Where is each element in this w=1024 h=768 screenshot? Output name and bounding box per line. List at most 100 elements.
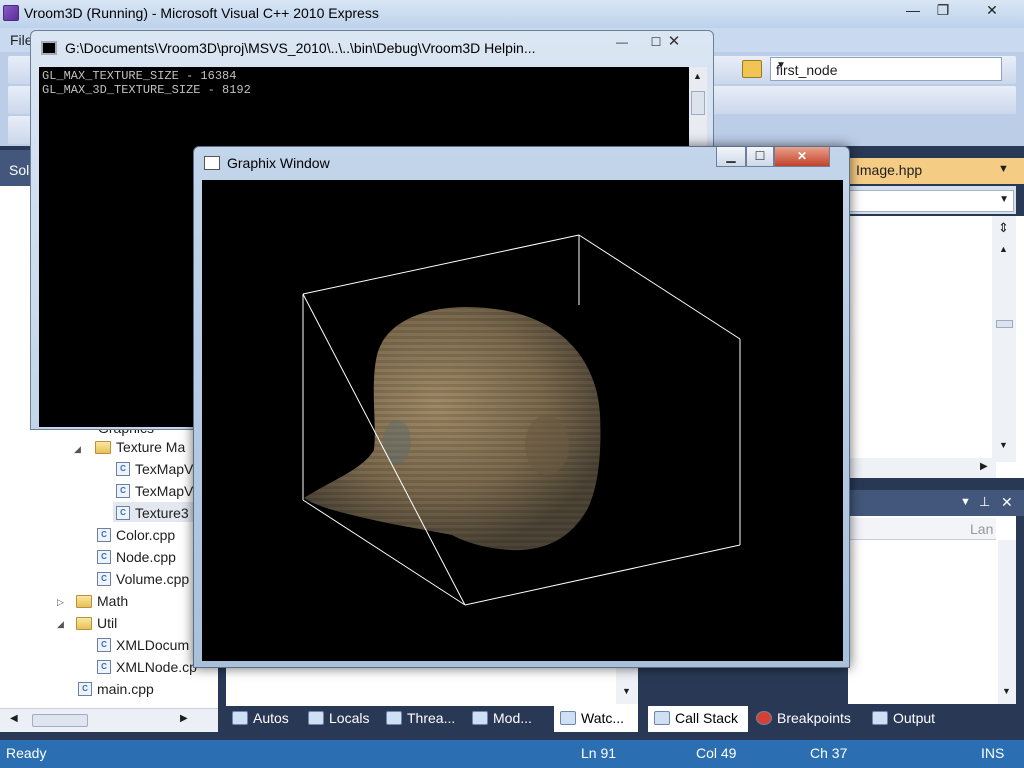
member-dropdown[interactable]: ▼ xyxy=(848,190,1014,212)
scroll-thumb[interactable] xyxy=(996,320,1013,328)
autos-icon xyxy=(232,711,248,725)
tree-item-xmldocument[interactable]: XMLDocum xyxy=(116,637,189,653)
tree-item-math[interactable]: Math xyxy=(97,593,128,609)
graphix-title: Graphix Window xyxy=(227,155,330,171)
vs-minimize-button[interactable]: — xyxy=(898,0,928,20)
pin-icon[interactable]: ⊥ xyxy=(979,494,990,510)
column-language[interactable]: Lan xyxy=(970,521,993,537)
solution-horizontal-scrollbar[interactable]: ◀ ▶ xyxy=(0,708,218,732)
tab-breakpoints[interactable]: Breakpoints xyxy=(756,706,851,732)
tab-autos[interactable]: Autos xyxy=(232,706,289,732)
threads-icon xyxy=(386,711,402,725)
vs-title-bar: Vroom3D (Running) - Microsoft Visual C++… xyxy=(0,0,1024,28)
scroll-thumb[interactable] xyxy=(32,714,88,727)
tab-modules[interactable]: Mod... xyxy=(472,706,532,732)
vs-close-button[interactable]: ✕ xyxy=(974,0,1010,20)
scroll-up-icon[interactable]: ▲ xyxy=(693,71,702,81)
vs-title-text: Vroom3D (Running) - Microsoft Visual C++… xyxy=(24,5,379,21)
tab-watch[interactable]: Watc... xyxy=(554,706,638,732)
tab-locals[interactable]: Locals xyxy=(308,706,369,732)
tab-call-stack-label: Call Stack xyxy=(675,710,739,726)
status-column: Col 49 xyxy=(696,745,737,761)
tab-image-hpp[interactable]: Image.hpp ▼ xyxy=(848,158,1024,184)
tab-output-label: Output xyxy=(893,710,936,726)
console-icon xyxy=(41,41,57,55)
output-icon xyxy=(872,711,888,725)
graphix-minimize-button[interactable]: ▁ xyxy=(716,147,746,167)
chevron-down-icon[interactable]: ▼ xyxy=(999,194,1009,205)
graphix-close-button[interactable]: ✕ xyxy=(774,147,830,167)
scroll-up-icon[interactable]: ▲ xyxy=(999,244,1008,254)
tree-item-texmap-2[interactable]: TexMapV xyxy=(135,483,193,499)
cpp-file-icon: C xyxy=(97,528,111,542)
split-icon[interactable]: ⇕ xyxy=(998,220,1009,236)
tree-item-texmap-1[interactable]: TexMapV xyxy=(135,461,193,477)
expand-icon[interactable]: ▷ xyxy=(57,597,64,608)
chevron-down-icon[interactable]: ▼ xyxy=(776,60,997,71)
app-icon xyxy=(3,5,19,21)
breakpoint-icon xyxy=(756,711,772,725)
scroll-down-icon[interactable]: ▼ xyxy=(622,686,631,696)
tab-output[interactable]: Output xyxy=(872,706,935,732)
editor-vertical-scrollbar[interactable]: ⇕ ▲ ▼ xyxy=(992,216,1016,462)
collapse-icon[interactable]: ◢ xyxy=(57,619,64,630)
tree-item-volume-cpp[interactable]: Volume.cpp xyxy=(116,571,189,587)
status-char: Ch 37 xyxy=(810,745,848,761)
tab-image-hpp-label: Image.hpp xyxy=(856,162,923,178)
modules-icon xyxy=(472,711,488,725)
graphix-window[interactable]: Graphix Window ▁ ☐ ✕ xyxy=(193,146,850,668)
status-line: Ln 91 xyxy=(581,745,617,761)
scroll-down-icon[interactable]: ▼ xyxy=(999,440,1008,450)
collapse-icon[interactable]: ◢ xyxy=(74,444,81,455)
tree-item-main-cpp[interactable]: main.cpp xyxy=(97,681,154,697)
tree-item-node-cpp[interactable]: Node.cpp xyxy=(116,549,176,565)
watch-icon xyxy=(560,711,576,725)
node-combo[interactable]: first_node ▼ xyxy=(770,57,1002,81)
call-stack-panel xyxy=(848,516,1016,704)
scroll-right-icon[interactable]: ▶ xyxy=(980,461,988,472)
tree-item-texture3d[interactable]: Texture3 xyxy=(135,505,189,521)
tab-dropdown-icon[interactable]: ▼ xyxy=(998,163,1009,175)
tab-watch-label: Watc... xyxy=(581,710,625,726)
watch-panel xyxy=(226,664,638,706)
render-canvas[interactable] xyxy=(202,180,843,661)
cpp-file-icon: C xyxy=(116,462,130,476)
watch-scrollbar[interactable]: ▼ xyxy=(616,664,638,704)
status-insert-mode: INS xyxy=(981,745,1005,761)
window-icon xyxy=(204,156,220,170)
tab-call-stack[interactable]: Call Stack xyxy=(648,706,748,732)
chevron-down-icon[interactable]: ▼ xyxy=(960,496,971,508)
console-minimize-button[interactable]: — xyxy=(607,33,637,53)
tab-threads[interactable]: Threa... xyxy=(386,706,455,732)
tab-autos-label: Autos xyxy=(253,710,289,726)
graphix-maximize-button[interactable]: ☐ xyxy=(746,147,774,167)
tree-item-texture-maps[interactable]: Texture Ma xyxy=(116,439,185,455)
locals-icon xyxy=(308,711,324,725)
close-icon[interactable]: ✕ xyxy=(1001,494,1013,511)
editor-horizontal-scrollbar[interactable]: ▶ xyxy=(848,458,996,478)
tab-breakpoints-label: Breakpoints xyxy=(777,710,851,726)
cpp-file-icon: C xyxy=(116,506,130,520)
scroll-thumb[interactable] xyxy=(691,91,705,115)
tree-item-util[interactable]: Util xyxy=(97,615,117,631)
call-stack-scrollbar[interactable]: ▼ xyxy=(998,540,1016,704)
call-stack-header: ▼ ⊥ ✕ xyxy=(848,490,1024,516)
tree-item-color-cpp[interactable]: Color.cpp xyxy=(116,527,175,543)
scroll-down-icon[interactable]: ▼ xyxy=(1002,686,1011,696)
tree-item-xmlnode[interactable]: XMLNode.cp xyxy=(116,659,197,675)
console-title: G:\Documents\Vroom3D\proj\MSVS_2010\..\.… xyxy=(65,40,536,56)
head-volume xyxy=(304,307,601,551)
cpp-file-icon: C xyxy=(97,572,111,586)
console-line: GL_MAX_3D_TEXTURE_SIZE - 8192 xyxy=(42,83,251,97)
folder-icon xyxy=(95,441,111,454)
cpp-file-icon: C xyxy=(97,638,111,652)
scroll-right-icon[interactable]: ▶ xyxy=(180,713,188,724)
scroll-left-icon[interactable]: ◀ xyxy=(10,713,18,724)
tab-locals-label: Locals xyxy=(329,710,370,726)
folder-icon xyxy=(76,617,92,630)
console-close-button[interactable]: ✕ xyxy=(659,33,689,53)
call-stack-icon xyxy=(654,711,670,725)
node-browse-icon[interactable] xyxy=(742,60,762,78)
tab-threads-label: Threa... xyxy=(407,710,456,726)
vs-maximize-button[interactable]: ❐ xyxy=(928,0,958,20)
